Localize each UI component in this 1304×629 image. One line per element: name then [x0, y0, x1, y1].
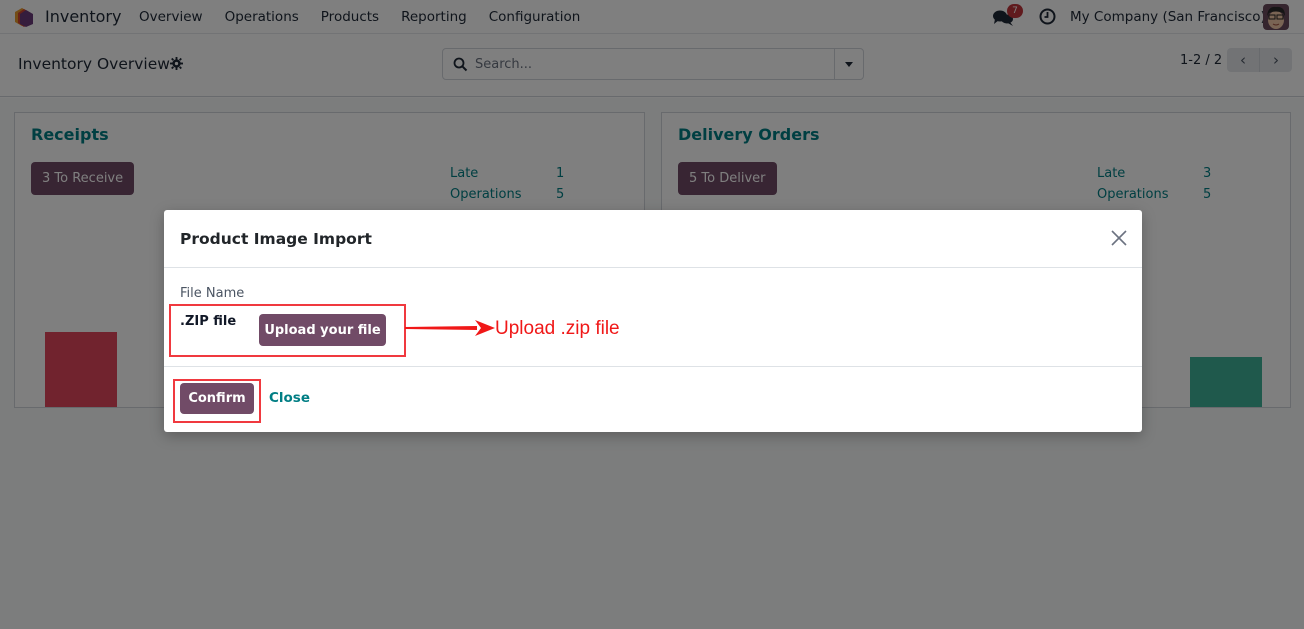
annotation-highlight-upload: [169, 304, 406, 357]
file-name-label: File Name: [180, 286, 245, 301]
modal-header: Product Image Import: [164, 210, 1142, 268]
close-button[interactable]: Close: [269, 390, 310, 406]
modal-footer: Confirm Close: [164, 367, 1142, 432]
close-icon[interactable]: [1110, 229, 1128, 247]
annotation-arrow-icon: [405, 320, 495, 336]
modal-title: Product Image Import: [180, 230, 372, 248]
annotation-highlight-confirm: [173, 379, 261, 423]
annotation-label: Upload .zip file: [495, 318, 620, 339]
